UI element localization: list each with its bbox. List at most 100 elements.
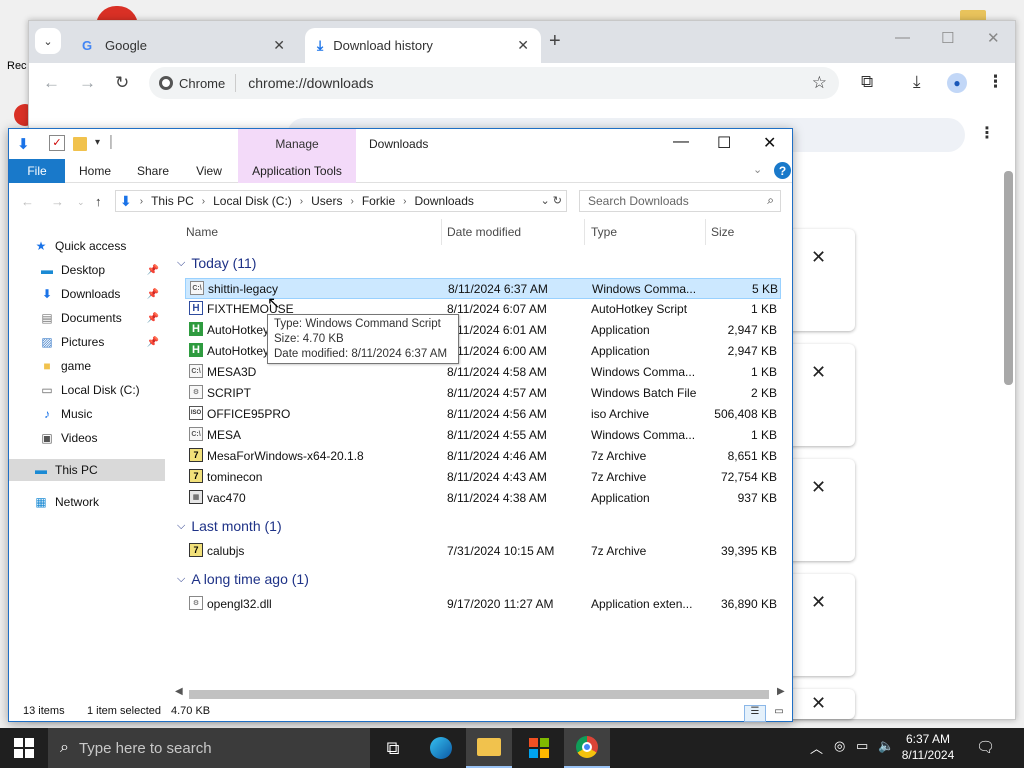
column-header-date[interactable]: Date modified (447, 225, 521, 239)
scrollbar-thumb[interactable] (189, 690, 769, 699)
forward-button[interactable]: → (51, 194, 64, 209)
chevron-right-icon[interactable]: › (202, 196, 205, 207)
taskbar-chrome[interactable] (564, 728, 610, 768)
ribbon-expand-icon[interactable]: ⌄ (753, 163, 762, 176)
start-button[interactable] (14, 738, 34, 758)
nav-videos[interactable]: ▣ Videos (9, 427, 165, 449)
new-tab-button[interactable]: + (549, 30, 561, 53)
nav-music[interactable]: ♪ Music (9, 403, 165, 425)
taskbar-file-explorer[interactable] (466, 728, 512, 768)
notifications-icon[interactable]: 🗨 (976, 738, 995, 756)
remove-download-icon[interactable]: ✕ (811, 477, 826, 498)
minimize-button[interactable]: — (673, 133, 689, 151)
remove-download-icon[interactable]: ✕ (811, 247, 826, 268)
downloads-toolbar-icon[interactable]: ⤓ (913, 72, 921, 92)
file-row[interactable]: 7 MesaForWindows-x64-20.1.8 8/11/2024 4:… (185, 446, 781, 467)
scrollbar-thumb[interactable] (1004, 171, 1013, 385)
close-icon[interactable]: ✕ (517, 37, 529, 54)
column-header-size[interactable]: Size (711, 225, 734, 239)
download-arrow-icon[interactable]: ⬇ (17, 135, 30, 153)
maximize-button[interactable]: ☐ (717, 133, 731, 153)
nav-game[interactable]: ■ game (9, 355, 165, 377)
nav-network[interactable]: ▦ Network (9, 491, 165, 513)
file-row[interactable]: C:\ MESA3D 8/11/2024 4:58 AM Windows Com… (185, 362, 781, 383)
nav-documents[interactable]: ▤ Documents 📌 (9, 307, 165, 329)
scroll-right-icon[interactable]: ▶ (777, 686, 785, 697)
search-input[interactable]: Search Downloads ⌕ (579, 190, 781, 212)
manage-tab[interactable]: Manage (238, 129, 356, 159)
remove-download-icon[interactable]: ✕ (811, 362, 826, 383)
nav-desktop[interactable]: ▬ Desktop 📌 (9, 259, 165, 281)
back-button[interactable]: ← (43, 73, 60, 93)
file-row[interactable]: 7 tominecon 8/11/2024 4:43 AM 7z Archive… (185, 467, 781, 488)
omnibox[interactable]: Chrome chrome://downloads ☆ (149, 67, 839, 99)
network-tray-icon[interactable]: ▭ (856, 738, 868, 754)
file-row[interactable]: ⚙ SCRIPT 8/11/2024 4:57 AM Windows Batch… (185, 383, 781, 404)
volume-icon[interactable]: 🔈 (878, 738, 894, 754)
help-icon[interactable]: ? (774, 162, 791, 179)
breadcrumb-this-pc[interactable]: This PC (151, 194, 194, 208)
downloads-menu-icon[interactable]: ⋮ (979, 123, 995, 143)
quick-access-dropdown-icon[interactable]: ▾ (95, 137, 100, 148)
pin-icon[interactable]: 📌 (147, 337, 159, 348)
breadcrumb-downloads[interactable]: Downloads (415, 194, 474, 208)
taskbar-store[interactable] (516, 728, 562, 768)
tab-view[interactable]: View (189, 159, 229, 183)
nav-local-disk[interactable]: ▭ Local Disk (C:) (9, 379, 165, 401)
column-header-type[interactable]: Type (591, 225, 617, 239)
chevron-right-icon[interactable]: › (300, 196, 303, 207)
tab-search-button[interactable]: ⌄ (35, 28, 61, 54)
bookmark-star-icon[interactable]: ☆ (812, 73, 827, 93)
properties-icon[interactable]: ✓ (49, 135, 65, 151)
details-view-icon[interactable]: ☰ (744, 705, 766, 722)
back-button[interactable]: ← (21, 194, 34, 209)
pin-icon[interactable]: 📌 (147, 313, 159, 324)
minimize-button[interactable]: — (895, 29, 910, 46)
file-row[interactable]: ⚙ opengl32.dll 9/17/2020 11:27 AM Applic… (185, 594, 781, 615)
group-header-today[interactable]: ⌵ Today (11) (177, 252, 256, 274)
close-window-button[interactable]: ✕ (987, 29, 1000, 47)
taskbar-edge[interactable] (418, 728, 464, 768)
close-window-button[interactable]: ✕ (763, 133, 776, 153)
new-folder-icon[interactable] (73, 137, 87, 151)
tab-home[interactable]: Home (73, 159, 117, 183)
close-icon[interactable]: ✕ (273, 37, 285, 54)
nav-downloads[interactable]: ⬇ Downloads 📌 (9, 283, 165, 305)
nav-this-pc[interactable]: ▬ This PC (9, 459, 165, 481)
chevron-right-icon[interactable]: › (140, 196, 143, 207)
file-row[interactable]: ▦ vac470 8/11/2024 4:38 AM Application 9… (185, 488, 781, 509)
breadcrumb-local-disk[interactable]: Local Disk (C:) (213, 194, 292, 208)
remove-download-icon[interactable]: ✕ (811, 693, 826, 714)
profile-avatar[interactable]: ● (947, 73, 967, 93)
chevron-right-icon[interactable]: › (350, 196, 353, 207)
url-text[interactable]: chrome://downloads (248, 75, 373, 91)
nav-pictures[interactable]: ▨ Pictures 📌 (9, 331, 165, 353)
reload-button[interactable]: ↻ (115, 73, 129, 93)
horizontal-scrollbar[interactable]: ◀ ▶ (173, 685, 789, 702)
tab-download-history[interactable]: ⤓ Download history ✕ (305, 28, 541, 63)
taskbar-search-input[interactable]: ⌕ Type here to search (48, 728, 370, 768)
column-divider[interactable] (584, 219, 585, 245)
chevron-right-icon[interactable]: › (403, 196, 406, 207)
pin-icon[interactable]: 📌 (147, 289, 159, 300)
site-chip[interactable]: Chrome (157, 74, 237, 92)
tab-share[interactable]: Share (131, 159, 175, 183)
up-button[interactable]: ↑ (95, 194, 102, 209)
column-header-name[interactable]: Name (186, 225, 218, 239)
group-header-long-ago[interactable]: ⌵ A long time ago (1) (177, 568, 309, 590)
maximize-button[interactable]: ☐ (941, 29, 954, 47)
tab-google[interactable]: G Google ✕ (67, 28, 297, 63)
recent-locations-icon[interactable]: ⌄ (77, 197, 85, 208)
file-row[interactable]: 7 calubjs 7/31/2024 10:15 AM 7z Archive … (185, 541, 781, 562)
scroll-left-icon[interactable]: ◀ (175, 686, 183, 697)
column-divider[interactable] (441, 219, 442, 245)
pin-icon[interactable]: 📌 (147, 265, 159, 276)
column-divider[interactable] (705, 219, 706, 245)
webcam-icon[interactable]: ◎ (834, 738, 845, 754)
large-icons-view-icon[interactable]: ▭ (768, 705, 790, 722)
chrome-menu-icon[interactable]: ⋮ (987, 72, 1004, 92)
file-row[interactable]: ISO OFFICE95PRO 8/11/2024 4:56 AM iso Ar… (185, 404, 781, 425)
breadcrumb-forkie[interactable]: Forkie (362, 194, 395, 208)
file-row[interactable]: C:\ MESA 8/11/2024 4:55 AM Windows Comma… (185, 425, 781, 446)
taskbar-clock[interactable]: 6:37 AM 8/11/2024 (896, 731, 960, 763)
